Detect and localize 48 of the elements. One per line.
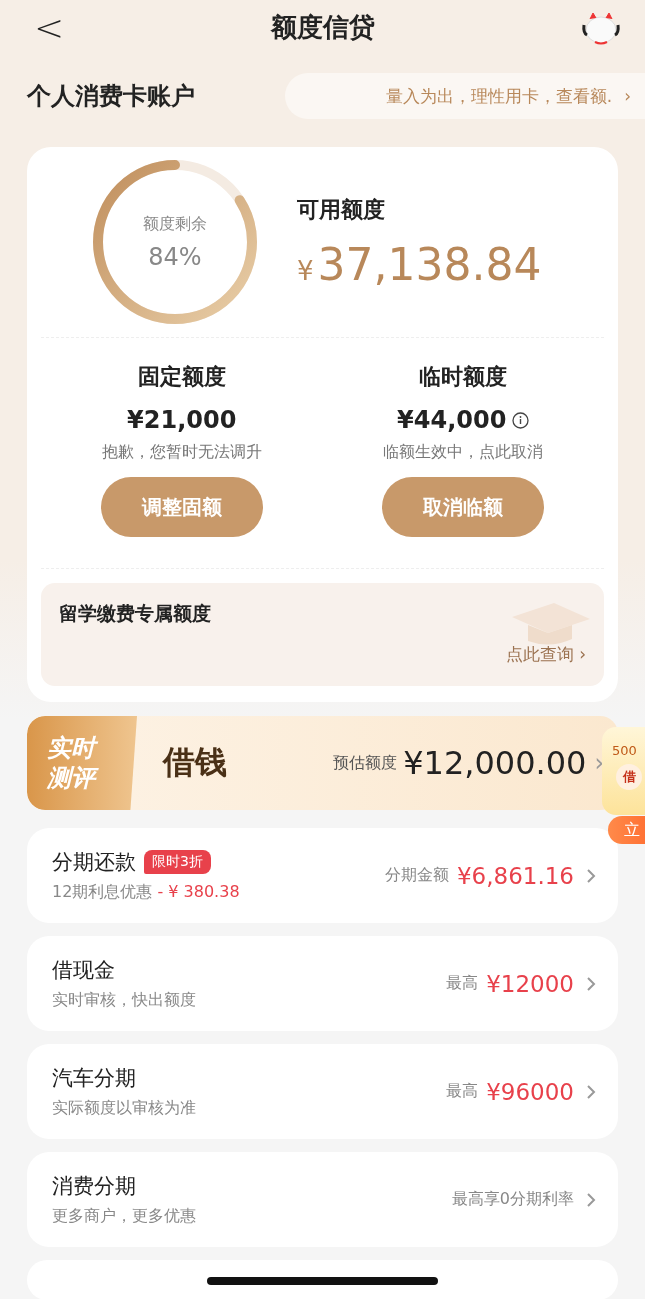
quota-note: 抱歉，您暂时无法调升 <box>101 442 262 463</box>
service-amount: ¥12000 <box>486 970 574 997</box>
service-label: 分期金额 <box>384 865 449 886</box>
service-subtitle: 实际额度以审核为准 <box>52 1098 197 1119</box>
estimate-label: 预估额度 <box>333 752 398 774</box>
service-label: 最高 <box>446 973 479 994</box>
service-label: 最高 <box>446 1081 479 1102</box>
chevron-icon: › <box>594 749 604 777</box>
service-row[interactable]: 借现金 实时审核，快出额度 最高 ¥12000 <box>27 936 618 1031</box>
query-link[interactable]: 点此查询 › <box>505 643 586 666</box>
quota-note: 临额生效中，点此取消 <box>383 442 544 463</box>
back-button[interactable]: < <box>34 9 65 46</box>
service-title: 借现金 <box>52 957 115 984</box>
service-label: 最高享0分期利率 <box>451 1189 574 1210</box>
chevron-icon <box>586 1191 596 1208</box>
study-quota-title: 留学缴费专属额度 <box>59 601 212 626</box>
available-label: 可用额度 <box>297 195 386 224</box>
service-title: 分期还款 <box>52 849 136 876</box>
mascot-icon[interactable] <box>581 10 621 45</box>
service-subtitle: 实时审核，快出额度 <box>52 990 197 1011</box>
quota-title: 固定额度 <box>137 363 226 391</box>
chevron-icon <box>586 867 596 884</box>
loan-badge: 借 <box>616 764 642 790</box>
quota-title: 临时额度 <box>419 363 508 391</box>
service-title: 汽车分期 <box>52 1065 136 1092</box>
chevron-icon <box>586 975 596 992</box>
service-subtitle: 更多商户，更多优惠 <box>52 1206 197 1227</box>
available-amount: ¥37,138.84 <box>297 238 542 290</box>
service-title: 消费分期 <box>52 1173 136 1200</box>
service-row[interactable]: 消费分期 更多商户，更多优惠 最高享0分期利率 <box>27 1152 618 1247</box>
service-amount: ¥96000 <box>486 1078 574 1105</box>
promo-badge: 限时3折 <box>144 850 211 874</box>
banner-title: 借钱 <box>163 742 228 783</box>
account-title: 个人消费卡账户 <box>27 81 195 112</box>
promo-widget[interactable]: 500 借 <box>602 727 645 815</box>
info-icon[interactable] <box>512 411 530 429</box>
chevron-icon <box>586 1083 596 1100</box>
ring-label: 额度剩余 <box>143 213 207 235</box>
service-amount: ¥6,861.16 <box>456 862 574 889</box>
quota-amount: ¥21,000 <box>127 406 237 434</box>
quota-amount: ¥44,000 <box>397 406 507 434</box>
service-row[interactable]: 分期还款 限时3折 12期利息优惠 - ¥ 380.38 分期金额 ¥6,861.16 <box>27 828 618 923</box>
realtime-tag: 实时 测评 <box>27 716 137 810</box>
page-title: 额度信贷 <box>270 11 375 44</box>
service-row[interactable]: 汽车分期 实际额度以审核为准 最高 ¥96000 <box>27 1044 618 1139</box>
service-subtitle: 12期利息优惠 - ¥ 380.38 <box>52 882 241 903</box>
estimate-amount: ¥12,000.00 <box>403 744 587 782</box>
ring-value: 84% <box>148 242 202 271</box>
